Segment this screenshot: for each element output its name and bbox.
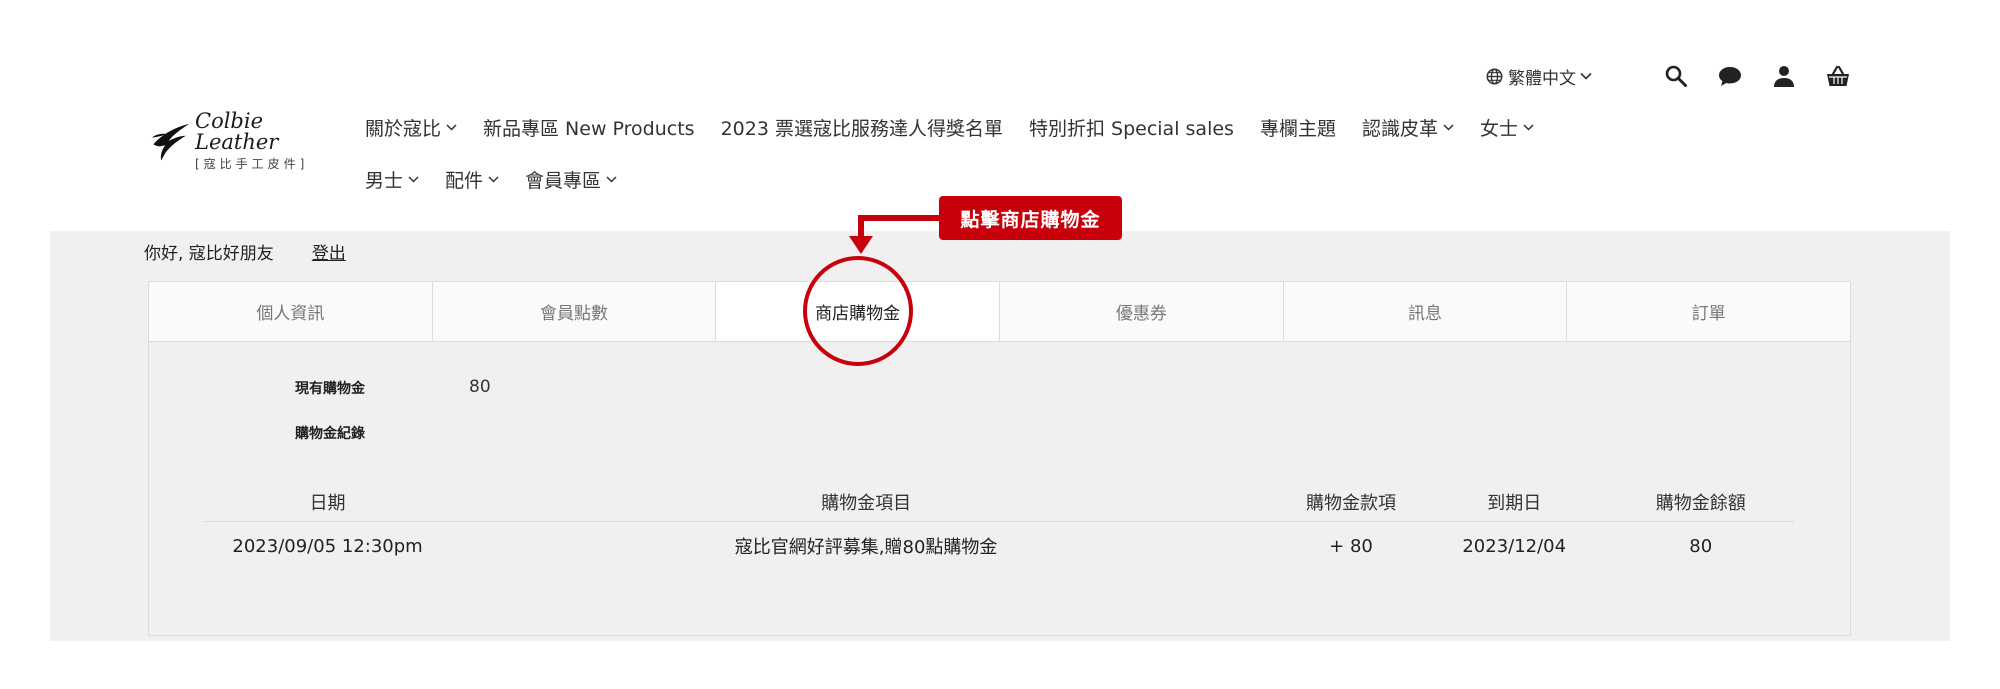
main-nav: 關於寇比 新品專區 New Products 2023 票選寇比服務達人得獎名單 特別… — [365, 110, 1665, 196]
nav-item-label: 2023 票選寇比服務達人得獎名單 — [720, 117, 1003, 140]
cart-button[interactable] — [1823, 61, 1853, 91]
chevron-down-icon — [488, 175, 499, 183]
nav-item-label: 認識皮革 — [1361, 117, 1438, 140]
account-section: 你好, 寇比好朋友 登出 個人資訊 會員點數 商店購物金 優惠券 訊息 訂單 現… — [50, 231, 1950, 641]
tab-messages[interactable]: 訊息 — [1284, 282, 1568, 341]
nav-item[interactable]: 專欄主題 — [1260, 114, 1336, 141]
nav-item[interactable]: 特別折扣 Special sales — [1029, 114, 1234, 141]
nav-item[interactable]: 2023 票選寇比服務達人得獎名單 — [721, 114, 1003, 141]
nav-item-label: 特別折扣 Special sales — [1028, 117, 1234, 140]
cell-amount: + 80 — [1329, 535, 1373, 557]
nav-item-label: 女士 — [1479, 117, 1518, 140]
greeting-bar: 你好, 寇比好朋友 登出 — [144, 236, 346, 266]
member-panel: 個人資訊 會員點數 商店購物金 優惠券 訊息 訂單 現有購物金 80 購物金紀錄… — [148, 281, 1851, 636]
nav-item[interactable]: 女士 — [1480, 114, 1534, 141]
utility-bar: 繁體中文 — [1486, 60, 1853, 92]
nav-item[interactable]: 關於寇比 — [365, 114, 457, 141]
nav-item-label: 專欄主題 — [1259, 117, 1336, 140]
cell-expiry: 2023/12/04 — [1462, 535, 1567, 557]
nav-item[interactable]: 會員專區 — [525, 166, 617, 193]
globe-icon — [1486, 68, 1503, 84]
tab-coupons[interactable]: 優惠券 — [1000, 282, 1284, 341]
table-header: 日期 購物金項目 購物金款項 到期日 購物金餘額 — [204, 482, 1794, 522]
brand-mark-icon — [151, 123, 190, 161]
member-tabs: 個人資訊 會員點數 商店購物金 優惠券 訊息 訂單 — [149, 282, 1850, 342]
chevron-down-icon — [446, 123, 457, 131]
annotation-callout: 點擊商店購物金 — [939, 196, 1122, 240]
credit-history-table: 日期 購物金項目 購物金款項 到期日 購物金餘額 2023/09/05 12:3… — [204, 482, 1794, 570]
cell-date: 2023/09/05 12:30pm — [232, 535, 423, 557]
chevron-down-icon — [408, 175, 419, 183]
chevron-down-icon — [1580, 72, 1592, 80]
header-expiry: 到期日 — [1487, 492, 1542, 514]
nav-item-label: 男士 — [365, 169, 404, 192]
nav-item[interactable]: 認識皮革 — [1362, 114, 1454, 141]
nav-item-label: 關於寇比 — [365, 117, 442, 140]
language-label: 繁體中文 — [1508, 68, 1576, 89]
table-row: 2023/09/05 12:30pm 寇比官網好評募集,贈80點購物金 + 80… — [204, 522, 1794, 570]
brand-logo[interactable]: Colbie Leather [寇比手工皮件] — [150, 108, 330, 171]
main-nav-row-1: 關於寇比 新品專區 New Products 2023 票選寇比服務達人得獎名單 特別… — [365, 110, 1665, 144]
chat-button[interactable] — [1715, 61, 1745, 91]
search-icon — [1665, 65, 1687, 87]
main-nav-row-2: 男士 配件 會員專區 — [365, 162, 1665, 196]
account-button[interactable] — [1769, 61, 1799, 91]
tab-member-points[interactable]: 會員點數 — [433, 282, 717, 341]
language-selector[interactable]: 繁體中文 — [1486, 64, 1597, 89]
chevron-down-icon — [1443, 123, 1454, 131]
nav-item[interactable]: 配件 — [445, 166, 499, 193]
chevron-down-icon — [606, 175, 617, 183]
tab-store-credit[interactable]: 商店購物金 — [716, 282, 1001, 341]
cell-item: 寇比官網好評募集,贈80點購物金 — [734, 537, 998, 558]
chat-icon — [1719, 67, 1741, 86]
account-icon — [1774, 66, 1794, 87]
tab-orders[interactable]: 訂單 — [1567, 282, 1850, 341]
header-amount: 購物金款項 — [1306, 492, 1397, 514]
header-date: 日期 — [309, 492, 346, 514]
nav-item-label: 配件 — [445, 169, 484, 192]
header-item: 購物金項目 — [821, 492, 912, 514]
nav-item-label: 會員專區 — [525, 169, 602, 192]
cart-icon — [1827, 65, 1849, 86]
current-credit-label: 現有購物金 — [295, 381, 365, 397]
tab-profile[interactable]: 個人資訊 — [149, 282, 433, 341]
logo-wordmark: Colbie Leather — [195, 108, 279, 154]
logo-subtitle: [寇比手工皮件] — [195, 156, 309, 171]
nav-item-label: 新品專區 New Products — [483, 117, 695, 140]
logout-link[interactable]: 登出 — [312, 239, 346, 264]
credit-history-label: 購物金紀錄 — [295, 426, 365, 442]
search-button[interactable] — [1661, 61, 1691, 91]
cell-balance: 80 — [1689, 535, 1713, 557]
nav-item[interactable]: 男士 — [365, 166, 419, 193]
nav-item[interactable]: 新品專區 New Products — [483, 114, 695, 141]
current-credit-value: 80 — [469, 377, 491, 397]
header-balance: 購物金餘額 — [1655, 492, 1746, 514]
chevron-down-icon — [1523, 123, 1534, 131]
greeting-text: 你好, 寇比好朋友 — [144, 243, 274, 264]
